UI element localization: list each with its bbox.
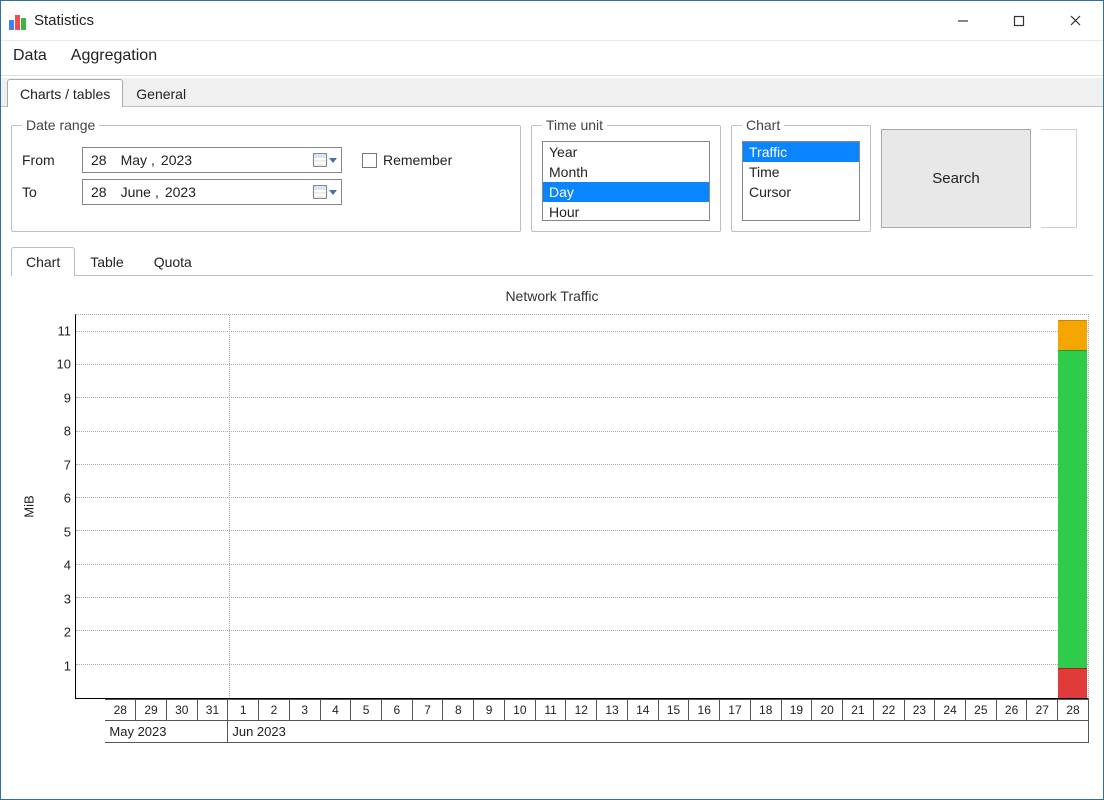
from-date-dropdown[interactable] [313, 153, 337, 167]
xaxis-day: 3 [290, 699, 321, 721]
calendar-icon [313, 185, 327, 199]
tab-general[interactable]: General [123, 79, 199, 107]
to-date-dropdown[interactable] [313, 185, 337, 199]
chevron-down-icon [329, 190, 337, 195]
xaxis-day: 27 [1027, 699, 1058, 721]
chart-type-group: Chart TrafficTimeCursor [731, 117, 871, 232]
time-unit-group: Time unit YearMonthDayHour [531, 117, 721, 232]
main-tabstrip: Charts / tables General [1, 78, 1103, 107]
chart-xaxis: 2829303112345678910111213141516171819202… [75, 699, 1089, 745]
date-range-group: Date range From 28 May , 2023 Remember T… [11, 117, 521, 232]
xaxis-day: 18 [751, 699, 782, 721]
xaxis-day: 15 [659, 699, 690, 721]
xaxis-day: 30 [167, 699, 198, 721]
xaxis-day: 20 [812, 699, 843, 721]
list-item[interactable]: Day [543, 182, 709, 202]
sub-tabstrip: Chart Table Quota [11, 246, 1093, 276]
from-label: From [22, 152, 82, 168]
date-range-legend: Date range [22, 117, 99, 133]
xaxis-day: 14 [628, 699, 659, 721]
app-icon [9, 12, 26, 30]
xaxis-month: May 2023 [105, 721, 228, 743]
menu-aggregation[interactable]: Aggregation [71, 47, 157, 65]
to-date-input[interactable]: 28 June , 2023 [82, 179, 342, 205]
close-button[interactable] [1047, 1, 1103, 40]
search-button[interactable]: Search [881, 129, 1031, 228]
xaxis-day: 8 [443, 699, 474, 721]
xaxis-day: 13 [597, 699, 628, 721]
chart-type-listbox[interactable]: TrafficTimeCursor [742, 141, 860, 221]
controls-row: Date range From 28 May , 2023 Remember T… [1, 107, 1103, 236]
xaxis-day: 9 [474, 699, 505, 721]
titlebar: Statistics [1, 1, 1103, 41]
chart-bar [1058, 320, 1087, 698]
subtab-table[interactable]: Table [75, 247, 138, 276]
xaxis-day: 11 [536, 699, 567, 721]
window-controls [935, 1, 1103, 40]
xaxis-day: 5 [351, 699, 382, 721]
menubar: Data Aggregation [1, 41, 1103, 76]
list-item[interactable]: Year [543, 142, 709, 162]
list-item[interactable]: Time [743, 162, 859, 182]
xaxis-day: 19 [782, 699, 813, 721]
xaxis-day: 6 [382, 699, 413, 721]
xaxis-day: 17 [720, 699, 751, 721]
xaxis-day: 4 [321, 699, 352, 721]
xaxis-day: 25 [966, 699, 997, 721]
chart-type-legend: Chart [742, 117, 784, 133]
xaxis-day: 1 [228, 699, 259, 721]
xaxis-day: 23 [905, 699, 936, 721]
xaxis-day: 28 [105, 699, 136, 721]
tab-charts-tables[interactable]: Charts / tables [7, 79, 123, 107]
chart-grid [75, 314, 1089, 699]
xaxis-day: 10 [505, 699, 536, 721]
xaxis-day: 16 [689, 699, 720, 721]
subtab-quota[interactable]: Quota [139, 247, 207, 276]
list-item[interactable]: Hour [543, 202, 709, 221]
calendar-icon [313, 153, 327, 167]
chart-area: Network Traffic MiB 1234567891011 282930… [11, 276, 1093, 749]
chart-yticks: 1234567891011 [43, 314, 75, 699]
subtab-chart[interactable]: Chart [11, 247, 75, 276]
list-item[interactable]: Month [543, 162, 709, 182]
chart-ylabel: MiB [21, 495, 36, 517]
list-item[interactable]: Cursor [743, 182, 859, 202]
minimize-button[interactable] [935, 1, 991, 40]
menu-data[interactable]: Data [13, 47, 47, 65]
checkbox-icon [362, 153, 377, 168]
xaxis-day: 26 [997, 699, 1028, 721]
xaxis-day: 28 [1058, 699, 1089, 721]
window-title: Statistics [34, 12, 94, 29]
xaxis-day: 22 [874, 699, 905, 721]
to-label: To [22, 184, 82, 200]
xaxis-day: 2 [259, 699, 290, 721]
chevron-down-icon [329, 158, 337, 163]
xaxis-day: 7 [413, 699, 444, 721]
xaxis-month: Jun 2023 [228, 721, 1089, 743]
maximize-button[interactable] [991, 1, 1047, 40]
time-unit-listbox[interactable]: YearMonthDayHour [542, 141, 710, 221]
list-item[interactable]: Traffic [743, 142, 859, 162]
xaxis-day: 31 [198, 699, 229, 721]
time-unit-legend: Time unit [542, 117, 607, 133]
chart-title: Network Traffic [15, 288, 1089, 304]
xaxis-day: 29 [136, 699, 167, 721]
xaxis-day: 21 [843, 699, 874, 721]
from-date-input[interactable]: 28 May , 2023 [82, 147, 342, 173]
xaxis-day: 12 [566, 699, 597, 721]
extra-button[interactable] [1041, 129, 1077, 228]
xaxis-day: 24 [935, 699, 966, 721]
remember-checkbox[interactable]: Remember [362, 152, 452, 168]
